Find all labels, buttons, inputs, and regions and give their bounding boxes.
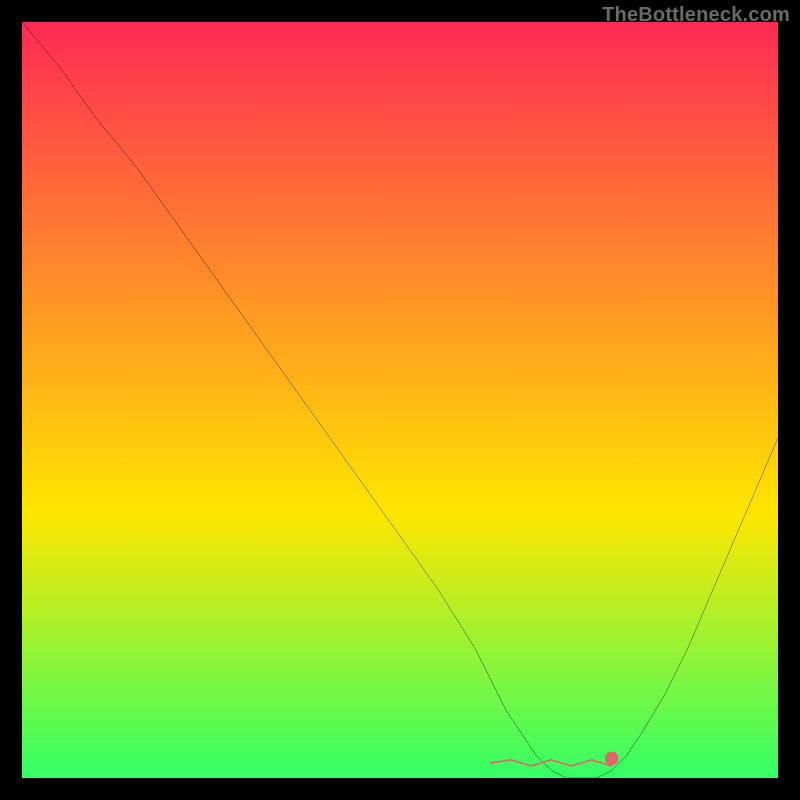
flat-zone-end-dot — [605, 752, 619, 766]
chart-background — [22, 22, 778, 778]
chart-svg — [22, 22, 778, 778]
plot-area — [22, 22, 778, 778]
attribution-text: TheBottleneck.com — [602, 4, 790, 27]
chart-frame: TheBottleneck.com — [0, 0, 800, 800]
